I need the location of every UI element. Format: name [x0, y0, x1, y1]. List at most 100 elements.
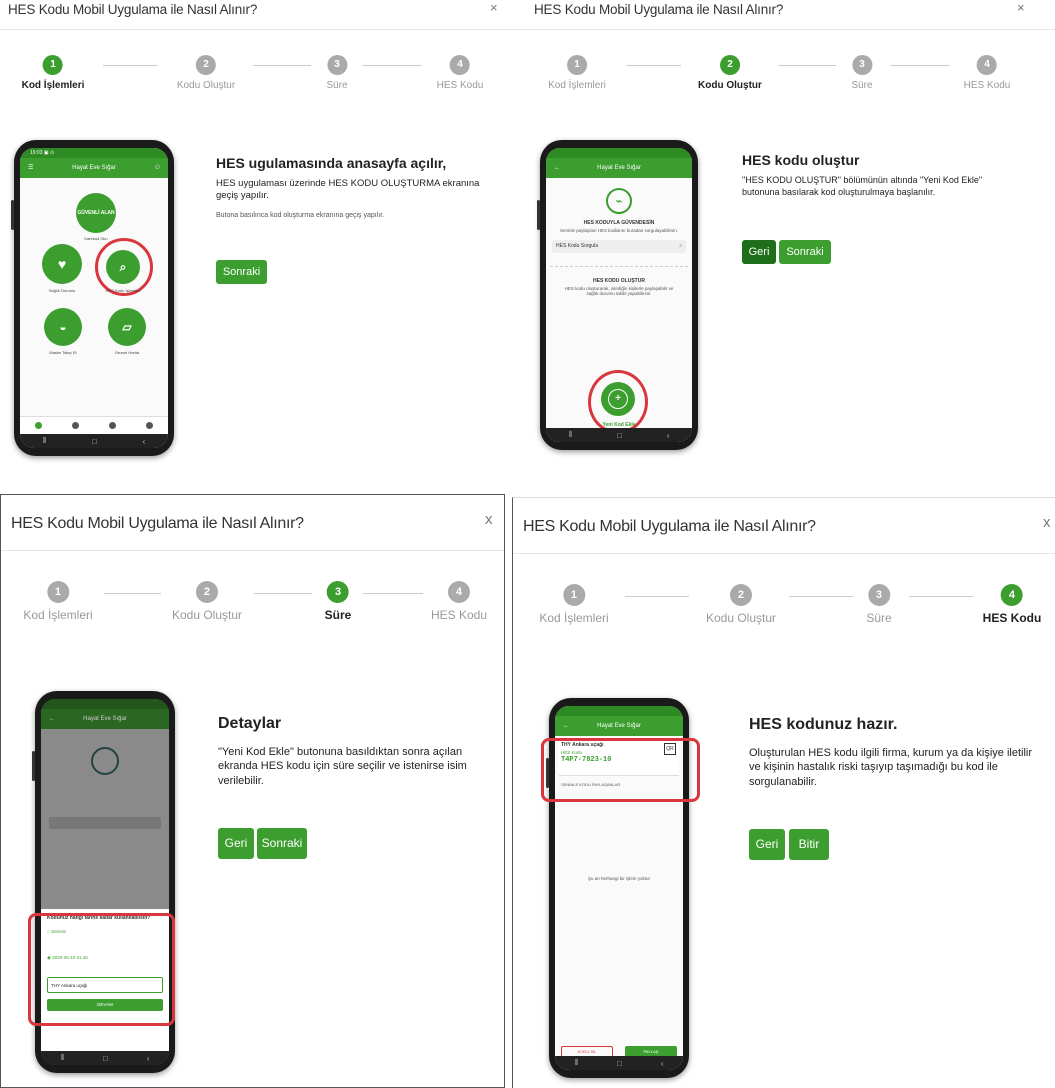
back-arrow-icon[interactable]: ←	[563, 716, 569, 736]
phone-screen: 19:03 ▣ ⊙ ☰ Hayat Eve Sığar ⚇ GÜVENLİ ALAN…	[20, 148, 168, 448]
step-connector	[778, 65, 836, 66]
step-4[interactable]: 4 HES Kodu	[964, 54, 1010, 91]
step-connector	[890, 65, 950, 66]
finish-button[interactable]: Bitir	[789, 829, 829, 860]
back-button[interactable]: Geri	[218, 828, 254, 859]
step-connector	[104, 593, 161, 594]
close-icon[interactable]: x	[485, 511, 493, 528]
recent-apps-icon[interactable]: ⦀	[43, 436, 47, 446]
recent-apps-icon[interactable]: ⦀	[568, 430, 572, 440]
back-icon[interactable]: ‹	[661, 1059, 664, 1068]
modal-title: HES Kodu Mobil Uygulama ile Nasıl Alınır…	[523, 518, 816, 535]
step-3[interactable]: 3 Süre	[866, 584, 892, 625]
step-4[interactable]: 4 HES Kodu	[983, 584, 1041, 625]
map-icon[interactable]: ▱	[108, 308, 146, 346]
step-connector	[254, 593, 312, 594]
modal-header: HES Kodu Mobil Uygulama ile Nasıl Alınır…	[513, 498, 1055, 554]
close-icon[interactable]: x	[1043, 514, 1051, 531]
home-icon[interactable]: □	[92, 437, 97, 446]
step-title: HES ugulamasında anasayfa açılır,	[216, 155, 447, 171]
phone-mockup: ← Hayat Eve Sığar ⌁ HES KODUYLA GÜVENDESİ…	[537, 140, 698, 450]
back-arrow-icon[interactable]: ←	[49, 709, 55, 729]
shield-search-icon: ⌁	[606, 188, 632, 214]
bottom-tab-bar	[20, 416, 168, 434]
recent-apps-icon[interactable]: ⦀	[60, 1053, 64, 1063]
modal-step-3: HES Kodu Mobil Uygulama ile Nasıl Alınır…	[0, 494, 505, 1088]
step-1[interactable]: 1 Kod İşlemleri	[23, 581, 93, 622]
heart-icon[interactable]: ♥	[42, 244, 82, 284]
step-1[interactable]: 1 Kod İşlemleri	[539, 584, 609, 625]
step-description: Oluşturulan HES kodu ilgili firma, kurum…	[749, 747, 1033, 788]
step-description: HES uygulaması üzerinde HES KODU OLUŞTUR…	[216, 178, 480, 202]
step-4[interactable]: 4 HES Kodu	[437, 54, 483, 91]
home-icon[interactable]: □	[617, 431, 622, 440]
stepper: 1 Kod İşlemleri 2 Kodu Oluştur 3 Süre 4 HES …	[0, 54, 512, 124]
region-tab-icon[interactable]	[72, 422, 79, 429]
modal-step-4: HES Kodu Mobil Uygulama ile Nasıl Alınır…	[512, 497, 1055, 1088]
safe-zone-button[interactable]: GÜVENLİ ALAN	[76, 193, 116, 233]
step-connector	[909, 596, 973, 597]
step-2[interactable]: 2 Kodu Oluştur	[698, 54, 762, 91]
step-3[interactable]: 3 Süre	[325, 581, 351, 622]
step-2[interactable]: 2 Kodu Oluştur	[172, 581, 242, 622]
stepper: 1 Kod İşlemleri 2 Kodu Oluştur 3 Süre 4 HES …	[1, 581, 504, 661]
home-tab-icon[interactable]	[35, 422, 42, 429]
back-arrow-icon[interactable]: ←	[554, 158, 560, 178]
modal-header: HES Kodu Mobil Uygulama ile Nasıl Alınır…	[512, 0, 1055, 30]
back-button[interactable]: Geri	[742, 240, 776, 264]
step-3[interactable]: 3 Süre	[851, 54, 873, 91]
android-nav-bar: ⦀ □ ‹	[41, 1051, 169, 1065]
app-bar: ← Hayat Eve Sığar	[555, 716, 683, 736]
next-button[interactable]: Sonraki	[779, 240, 831, 264]
highlight-box	[28, 913, 175, 1026]
back-icon[interactable]: ‹	[147, 1054, 150, 1063]
phone-screen: ← Hayat Eve Sığar ⌁ HES KODUYLA GÜVENDESİ…	[546, 148, 692, 442]
close-icon[interactable]: ×	[490, 0, 498, 15]
step-2[interactable]: 2 Kodu Oluştur	[177, 54, 235, 91]
step-title: HES kodunuz hazır.	[749, 716, 898, 733]
modal-header: HES Kodu Mobil Uygulama ile Nasıl Alınır…	[0, 0, 512, 30]
next-button[interactable]: Sonraki	[257, 828, 307, 859]
android-nav-bar: ⦀ □ ‹	[555, 1056, 683, 1070]
modal-step-1: HES Kodu Mobil Uygulama ile Nasıl Alınır…	[0, 0, 512, 470]
step-title: HES kodu oluştur	[742, 152, 860, 168]
step-3[interactable]: 3 Süre	[326, 54, 348, 91]
step-note: Butona basılınca kod oluşturma ekranına …	[216, 212, 385, 219]
back-icon[interactable]: ‹	[142, 437, 145, 446]
modal-title: HES Kodu Mobil Uygulama ile Nasıl Alınır…	[8, 2, 258, 17]
step-connector	[362, 65, 422, 66]
next-button[interactable]: Sonraki	[216, 260, 267, 284]
step-1[interactable]: 1 Kod İşlemleri	[22, 54, 84, 91]
step-description: "HES KODU OLUŞTUR" bölümünün altında "Ye…	[742, 175, 983, 197]
step-4[interactable]: 4 HES Kodu	[431, 581, 487, 622]
step-connector	[103, 65, 158, 66]
highlight-box	[541, 738, 700, 802]
home-icon[interactable]: □	[617, 1059, 622, 1068]
app-bar: ← Hayat Eve Sığar	[41, 709, 169, 729]
back-button[interactable]: Geri	[749, 829, 785, 860]
stepper: 1 Kod İşlemleri 2 Kodu Oluştur 3 Süre 4 HES …	[512, 54, 1055, 124]
mask-icon[interactable]: ◒	[44, 308, 82, 346]
account-tab-icon[interactable]	[146, 422, 153, 429]
close-icon[interactable]: ×	[1017, 0, 1025, 15]
recent-apps-icon[interactable]: ⦀	[574, 1058, 578, 1068]
hes-code-search-input[interactable]: HES Kodu Sorgula ⌕	[552, 240, 686, 253]
back-icon[interactable]: ‹	[667, 431, 670, 440]
home-icon[interactable]: □	[103, 1054, 108, 1063]
step-description: "Yeni Kod Ekle" butonuna basıldıktan son…	[218, 746, 467, 787]
modal-title: HES Kodu Mobil Uygulama ile Nasıl Alınır…	[534, 2, 784, 17]
step-connector	[789, 596, 853, 597]
step-connector	[626, 65, 681, 66]
phone-mockup: 19:03 ▣ ⊙ ☰ Hayat Eve Sığar ⚇ GÜVENLİ ALAN…	[11, 140, 174, 456]
app-bar: ← Hayat Eve Sığar	[546, 158, 692, 178]
modal-header: HES Kodu Mobil Uygulama ile Nasıl Alınır…	[1, 495, 504, 551]
people-icon: ⚇	[154, 165, 160, 171]
step-title: Detaylar	[218, 715, 282, 732]
shield-search-icon	[91, 747, 119, 775]
contacts-tab-icon[interactable]	[109, 422, 116, 429]
app-bar: ☰ Hayat Eve Sığar ⚇	[20, 158, 168, 178]
step-2[interactable]: 2 Kodu Oluştur	[706, 584, 776, 625]
step-connector	[625, 596, 689, 597]
step-1[interactable]: 1 Kod İşlemleri	[548, 54, 606, 91]
step-connector	[363, 593, 423, 594]
